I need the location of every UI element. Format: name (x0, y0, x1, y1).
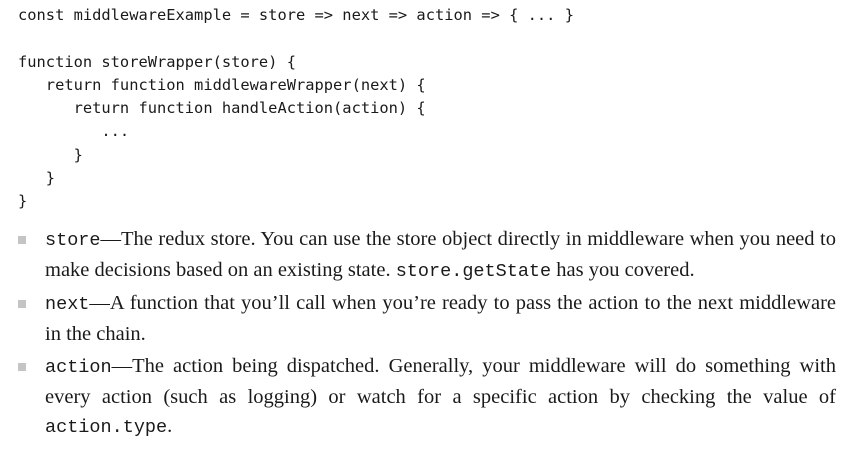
code-line: } (18, 169, 56, 188)
definition-text: A function that you’ll call when you’re … (45, 292, 836, 345)
definition-list: store—The redux store. You can use the s… (0, 225, 848, 446)
inline-code: store.getState (395, 260, 552, 282)
square-bullet-icon (18, 300, 26, 308)
code-block: const middlewareExample = store => next … (18, 4, 574, 214)
em-dash: — (100, 228, 122, 250)
code-line: return function middlewareWrapper(next) … (18, 75, 426, 94)
code-line: } (18, 192, 28, 211)
code-line: const middlewareExample = store => next … (18, 6, 574, 24)
code-line: return function handleAction(action) { (18, 99, 426, 118)
code-line: ... (18, 122, 130, 141)
definition-tail: . (167, 415, 173, 437)
list-item-store: store—The redux store. You can use the s… (0, 225, 848, 286)
em-dash: — (89, 292, 110, 314)
definition-text: The action being dispatched. Generally, … (45, 355, 836, 408)
term-action: action (45, 357, 112, 378)
code-line: } (18, 145, 83, 164)
term-store: store (45, 230, 101, 251)
code-line: function storeWrapper(store) { (18, 52, 296, 71)
em-dash: — (111, 355, 133, 377)
square-bullet-icon (18, 363, 26, 371)
square-bullet-icon (18, 236, 26, 244)
inline-code: action.type (45, 417, 168, 438)
list-item-action: action—The action being dispatched. Gene… (0, 352, 848, 443)
definition-tail: has you covered. (551, 258, 695, 281)
list-item-next: next—A function that you’ll call when yo… (0, 289, 848, 349)
term-next: next (45, 294, 90, 315)
